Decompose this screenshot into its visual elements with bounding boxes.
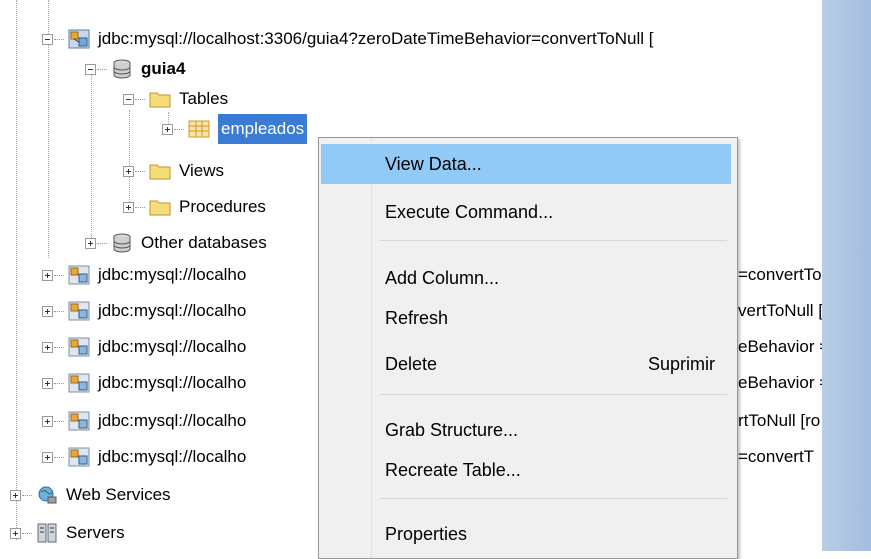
connection-icon [68,337,90,357]
editor-background-strip [822,0,871,551]
menu-item-add-column[interactable]: Add Column... [321,258,731,298]
connection-url-tail: eBehavior = [738,337,830,356]
connection-icon [68,373,90,393]
tree-node-connection[interactable]: jdbc:mysql://localho [42,406,246,436]
tree-node-root-connection[interactable]: jdbc:mysql://localhost:3306/guia4?zeroDa… [42,24,653,54]
tree-node-tables[interactable]: Tables [123,84,228,114]
connection-url: jdbc:mysql://localho [98,301,247,320]
expand-toggle[interactable] [10,527,21,539]
collapse-toggle[interactable] [42,33,53,45]
tree-node-table-empleados[interactable]: empleados [162,114,308,144]
other-databases-label: Other databases [141,233,267,252]
expand-toggle[interactable] [85,237,96,249]
connection-url: jdbc:mysql://localho [98,447,247,466]
tree-node-schema[interactable]: guia4 [85,54,185,84]
connection-icon [68,265,90,285]
connection-url-tail: =convertT [738,447,815,466]
web-services-label: Web Services [66,485,171,504]
tree-node-servers[interactable]: Servers [10,518,125,548]
connection-url: jdbc:mysql://localho [98,265,247,284]
context-menu: View Data... Execute Command... Add Colu… [318,137,738,559]
connection-url: jdbc:mysql://localho [98,337,247,356]
collapse-toggle[interactable] [123,93,134,105]
connection-url-tail: rtToNull [ro [738,411,821,430]
connection-icon [68,301,90,321]
connection-connected-icon [68,29,90,49]
connection-url-tail: =convertTo [738,265,822,284]
delete-shortcut: Suprimir [647,353,715,374]
menu-item-execute-command[interactable]: Execute Command... [321,192,731,232]
connection-url: jdbc:mysql://localho [98,373,247,392]
database-icon [111,233,133,253]
expand-toggle[interactable] [123,165,134,177]
menu-separator [379,394,727,395]
expand-toggle[interactable] [42,451,53,463]
servers-label: Servers [66,523,125,542]
expand-toggle[interactable] [42,305,53,317]
connection-icon [68,411,90,431]
procedures-label: Procedures [179,197,266,216]
tree-node-procedures[interactable]: Procedures [123,192,266,222]
menu-item-refresh[interactable]: Refresh [321,298,731,338]
menu-item-recreate-table[interactable]: Recreate Table... [321,450,731,490]
menu-item-grab-structure[interactable]: Grab Structure... [321,410,731,450]
tree-node-web-services[interactable]: Web Services [10,480,171,510]
connection-url: jdbc:mysql://localho [98,411,247,430]
tree-node-connection[interactable]: jdbc:mysql://localho [42,296,246,326]
menu-separator [379,498,727,499]
tree-node-connection[interactable]: jdbc:mysql://localho [42,332,246,362]
tree-node-other-databases[interactable]: Other databases [85,228,267,258]
collapse-toggle[interactable] [85,63,96,75]
table-icon [188,119,210,139]
expand-toggle[interactable] [42,415,53,427]
folder-icon [149,197,171,217]
expand-toggle[interactable] [10,489,21,501]
schema-name: guia4 [141,59,186,78]
table-name-selected: empleados [218,114,308,144]
tree-guide-line [91,68,92,246]
menu-item-properties[interactable]: Properties [321,514,731,554]
expand-toggle[interactable] [123,201,134,213]
database-icon [111,59,133,79]
folder-icon [149,89,171,109]
folder-icon [149,161,171,181]
tree-node-connection[interactable]: jdbc:mysql://localho [42,260,246,290]
servers-icon [36,523,58,543]
tree-node-connection[interactable]: jdbc:mysql://localho [42,368,246,398]
connection-url-tail: eBehavior = [738,373,830,392]
tree-node-connection[interactable]: jdbc:mysql://localho [42,442,246,472]
menu-item-delete[interactable]: Delete Suprimir [321,344,731,384]
tree-node-views[interactable]: Views [123,156,224,186]
expand-toggle[interactable] [162,123,173,135]
connection-url-tail: vertToNull [ [738,301,824,320]
expand-toggle[interactable] [42,269,53,281]
menu-separator [379,240,727,241]
connection-icon [68,447,90,467]
connection-url: jdbc:mysql://localhost:3306/guia4?zeroDa… [98,29,654,48]
tables-label: Tables [179,89,229,108]
tree-guide-line [16,0,17,540]
views-label: Views [179,161,225,180]
web-services-icon [36,485,58,505]
expand-toggle[interactable] [42,341,53,353]
menu-item-view-data[interactable]: View Data... [321,144,731,184]
expand-toggle[interactable] [42,377,53,389]
